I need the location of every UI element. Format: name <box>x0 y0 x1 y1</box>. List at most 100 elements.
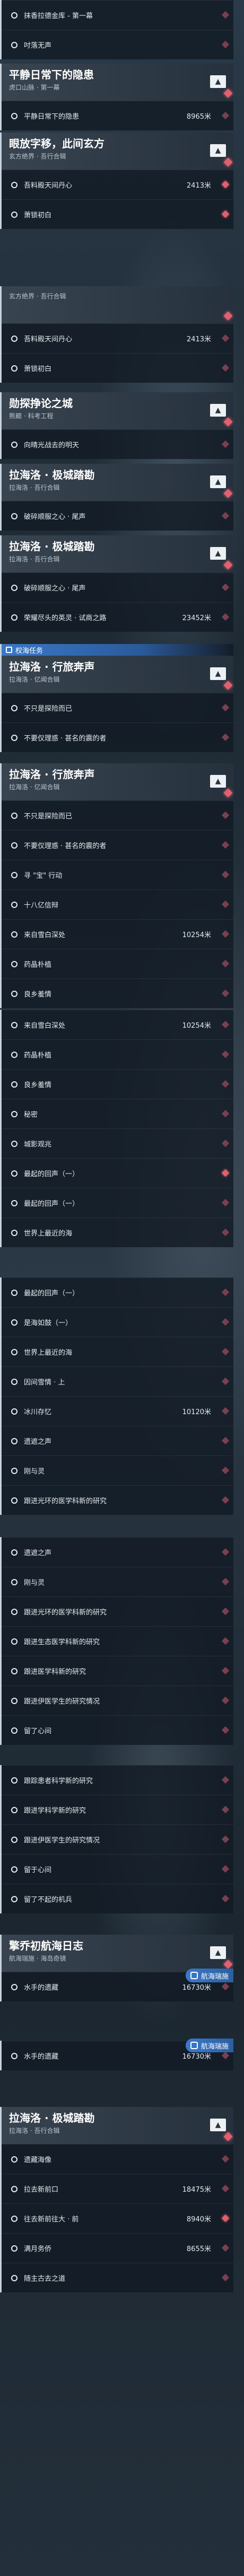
collapse-chevron-icon[interactable]: ▲ <box>210 775 226 788</box>
quest-step-row[interactable]: 最起的回声（一） <box>2 1158 233 1188</box>
quest-step-row[interactable]: 往去新前往大 · 前 8940米 <box>2 2203 233 2233</box>
quest-step-row[interactable]: 吾料殿天间丹心 2413米 <box>2 170 233 199</box>
quest-step-row[interactable]: 平静日常下的隐患 8965米 <box>2 101 233 130</box>
quest-step-row[interactable]: 刚与灵 <box>2 1567 233 1596</box>
quest-subtitle: 航海瑞施 · 海岛奇镜 <box>9 1955 66 1962</box>
quest-step-row[interactable]: 世界上最近的海 <box>2 1337 233 1366</box>
quest-step-row[interactable]: 吾料殿天间丹心 2413米 <box>2 323 233 353</box>
quest-step-row[interactable]: 拉去新前口 18475米 <box>2 2174 233 2203</box>
quest-step-row[interactable]: 留了不起的机兵 <box>2 1884 233 1913</box>
collapse-chevron-icon[interactable]: ▲ <box>210 547 226 560</box>
quest-step-row[interactable]: 留了心间 <box>2 1715 233 1745</box>
quest-step-row[interactable]: 不只是探险而已 <box>2 693 233 722</box>
distance-readout: 8940米 <box>186 2216 211 2224</box>
quest-section: 水手的遗藏 16730米 航海瑞施 <box>0 2039 233 2070</box>
quest-step-row[interactable]: 最起的回声（一） <box>2 1277 233 1307</box>
quest-header[interactable]: 勋探挣论之城 熊巅 · 科考工程 ▲ <box>2 392 233 429</box>
quest-header[interactable]: 眼放字移，此间玄方玄方绝界 · 吾行合辑 ▲ <box>2 133 233 170</box>
quest-step-row[interactable]: 不要仅理惑 · 甚名的震的者 <box>2 722 233 752</box>
quest-step-row[interactable]: 荣耀尽头的英灵 · 试商之路 23452米 <box>2 602 233 632</box>
quest-step-row[interactable]: 跟进医学科新的研究 <box>2 1656 233 1686</box>
quest-step-row[interactable]: 破碎顺服之心 · 尾声 <box>2 501 233 531</box>
quest-step-row[interactable]: 破碎顺服之心 · 尾声 <box>2 572 233 602</box>
quest-step-row[interactable]: 药晶朴植 <box>2 1039 233 1069</box>
quest-step-row[interactable]: 因间雪情 · 上 <box>2 1366 233 1396</box>
quest-title: 眼放字移，此间玄方 <box>9 137 104 150</box>
step-circle-icon <box>11 1110 18 1117</box>
voyage-badge[interactable]: 航海瑞施 <box>186 1969 233 1982</box>
quest-step-row[interactable]: 十八亿信辩 <box>2 889 233 919</box>
quest-step-label: 向晴光战去的明天 <box>24 442 80 449</box>
quest-group-label: 权海任务 <box>2 644 233 656</box>
quest-step-row[interactable]: 萧锁初白 <box>2 353 233 383</box>
quest-header[interactable]: 平静日常下的隐患 虎口山脉 · 第一幕 ▲ <box>2 64 233 101</box>
quest-step-row[interactable]: 萧锁初白 <box>2 199 233 229</box>
quest-header[interactable]: 拉海洛 · 极城踏勘 拉海洛 · 吾行合辑 ▲ <box>2 2107 233 2144</box>
step-circle-icon <box>11 1777 18 1784</box>
quest-step-label: 世界上最近的海 <box>24 1230 73 1238</box>
quest-header[interactable]: 拉海洛 · 行旅奔声 拉海洛 · 亿闻合辑 ▲ <box>2 656 233 693</box>
quest-step-row[interactable]: 不要仅理惑 · 甚名的震的者 <box>2 830 233 860</box>
quest-step-label: 冰川存忆 <box>24 1408 52 1416</box>
quest-step-row[interactable]: 吋落无声 <box>2 30 233 59</box>
quest-step-row[interactable]: 城影观兆 <box>2 1128 233 1158</box>
quest-step-row[interactable]: 跟进伊医学生的研究情况 <box>2 1824 233 1854</box>
quest-step-row[interactable]: 跟进学科学新的研究 <box>2 1795 233 1824</box>
quest-step-row[interactable]: 跟进伊医学生的研究情况 <box>2 1686 233 1715</box>
quest-step-row[interactable]: 跟进光环的医学科新的研究 <box>2 1596 233 1626</box>
quest-step-row[interactable]: 遗遮之声 <box>2 1537 233 1567</box>
collapse-chevron-icon[interactable]: ▲ <box>210 1946 226 1959</box>
quest-step-row[interactable]: 药晶朴植 <box>2 949 233 978</box>
quest-step-row[interactable]: 冰川存忆 10120米 <box>2 1396 233 1426</box>
quest-group-text: 权海任务 <box>15 647 43 655</box>
quest-step-row[interactable]: 良乡羞情 <box>2 1069 233 1099</box>
quest-step-row[interactable]: 最起的回声（一） <box>2 1188 233 1218</box>
collapse-chevron-icon[interactable]: ▲ <box>210 144 226 157</box>
quest-step-row[interactable]: 秘密 <box>2 1099 233 1128</box>
quest-header[interactable]: 拉海洛 · 极城踏勘 拉海洛 · 吾行合辑 ▲ <box>2 535 233 572</box>
quest-step-row[interactable]: 是海如鼓（一） <box>2 1307 233 1337</box>
quest-header[interactable]: 擎乔初航海日志 航海瑞施 · 海岛奇镜 ▲ <box>2 1935 233 1972</box>
quest-subtitle: 玄方绝界 · 吾行合辑 <box>9 153 66 160</box>
quest-step-row[interactable]: 良乡羞情 <box>2 978 233 1008</box>
step-circle-icon <box>11 1578 18 1585</box>
quest-step-row[interactable]: 遗遮之声 <box>2 1426 233 1455</box>
quest-step-label: 来自雪白深处 <box>24 1022 66 1030</box>
quest-step-row[interactable]: 抹香拉德金库 - 第一幕 <box>2 0 233 30</box>
quest-step-row[interactable]: 世界上最近的海 <box>2 1218 233 1247</box>
collapse-chevron-icon[interactable]: ▲ <box>210 667 226 680</box>
collapse-chevron-icon[interactable]: ▲ <box>210 2119 226 2131</box>
quest-step-row[interactable]: 寻 "宝" 行动 <box>2 860 233 889</box>
quest-step-row[interactable]: 来自雪白深处 10254米 <box>2 1010 233 1039</box>
quest-step-row[interactable]: 留于心间 <box>2 1854 233 1884</box>
quest-step-row[interactable]: 不只是探险而已 <box>2 800 233 830</box>
quest-log-scroll[interactable]: 抹香拉德金库 - 第一幕 吋落无声平静日常下的隐患 虎口山脉 · 第一幕 ▲ 平静日常下… <box>0 0 244 2576</box>
step-circle-icon <box>11 1140 18 1147</box>
quest-step-row[interactable]: 随主古去之道 <box>2 2263 233 2292</box>
quest-step-label: 世界上最近的海 <box>24 1349 73 1357</box>
quest-step-row[interactable]: 跟进生态医学科新的研究 <box>2 1626 233 1656</box>
step-circle-icon <box>11 734 18 741</box>
quest-step-row[interactable]: 遗藏海像 <box>2 2144 233 2174</box>
quest-subtitle: 熊巅 · 科考工程 <box>9 412 54 420</box>
collapse-chevron-icon[interactable]: ▲ <box>210 75 226 88</box>
quest-header[interactable]: 拉海洛 · 极城踏勘 拉海洛 · 吾行合辑 ▲ <box>2 464 233 501</box>
step-circle-icon <box>11 2185 18 2192</box>
quest-header[interactable]: 拉海洛 · 行旅奔声 拉海洛 · 亿闻合辑 ▲ <box>2 763 233 800</box>
step-circle-icon <box>11 365 18 372</box>
quest-step-row[interactable]: 跟踪患者科学新的研究 <box>2 1765 233 1795</box>
voyage-badge[interactable]: 航海瑞施 <box>186 2039 233 2052</box>
collapse-chevron-icon[interactable]: ▲ <box>210 404 226 417</box>
quest-header[interactable]: 玄方绝界 · 吾行合辑 <box>2 286 233 323</box>
quest-step-label: 水手的遗藏 <box>24 1984 59 1992</box>
step-circle-icon <box>11 1608 18 1615</box>
collapse-chevron-icon[interactable]: ▲ <box>210 475 226 488</box>
step-circle-icon <box>11 901 18 908</box>
quest-step-row[interactable]: 跟进光环的医学科新的研究 <box>2 1485 233 1515</box>
quest-step-row[interactable]: 满月务侨 8655米 <box>2 2233 233 2263</box>
step-circle-icon <box>11 1467 18 1474</box>
quest-step-row[interactable]: 来自雪白深处 10254米 <box>2 919 233 949</box>
quest-title: 拉海洛 · 极城踏勘 <box>9 540 95 553</box>
quest-step-row[interactable]: 刚与灵 <box>2 1455 233 1485</box>
quest-step-row[interactable]: 向晴光战去的明天 <box>2 429 233 459</box>
